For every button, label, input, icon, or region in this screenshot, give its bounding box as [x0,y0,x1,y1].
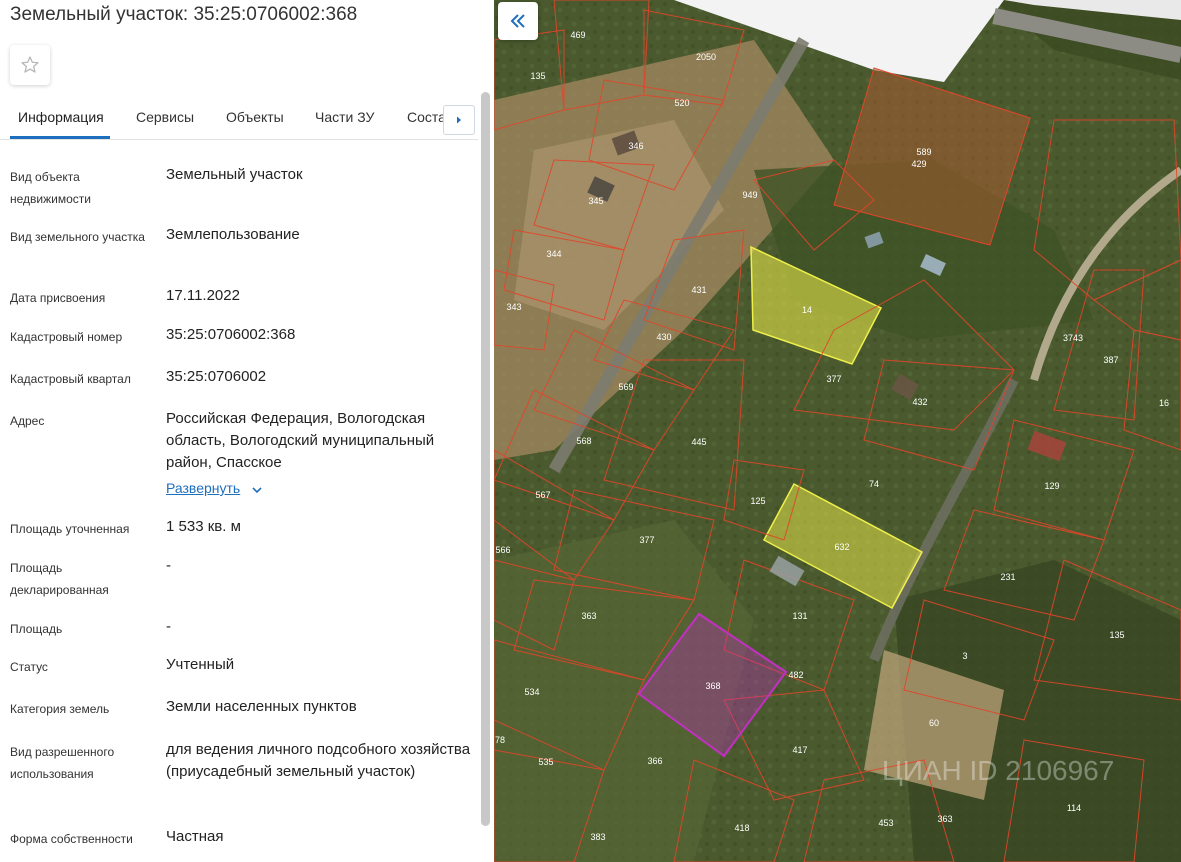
field-label-object-type: Вид объекта недвижимости [10,170,91,206]
collapse-panel-button[interactable] [498,2,538,40]
field-value-cadastral-number: 35:25:0706002:368 [166,326,296,343]
field-value-address: Российская Федерация, Вологодская област… [166,410,435,471]
field-label-cadastral-quarter: Кадастровый квартал [10,372,131,386]
parcel-label: 387 [1103,355,1118,365]
parcel-label: 346 [628,141,643,151]
parcel-label: 432 [912,397,927,407]
parcel-label: 566 [495,545,510,555]
field-label-ownership-form: Форма собственности [10,832,133,846]
tab-land-parts[interactable]: Части ЗУ [315,109,374,125]
parcel-label: 417 [792,745,807,755]
field-label-status: Статус [10,660,48,674]
parcel-label: 377 [826,374,841,384]
parcel-label: 363 [937,814,952,824]
tabs-scroll-right-button[interactable] [443,105,475,135]
chevron-right-icon [457,116,461,124]
parcel-label: 16 [1159,398,1169,408]
field-value-land-category: Земли населенных пунктов [166,698,357,715]
favorite-button[interactable] [10,45,50,85]
star-icon [21,56,39,73]
parcel-label: 125 [750,496,765,506]
info-panel: Земельный участок: 35:25:0706002:368 Инф… [0,0,494,862]
parcel-label: 383 [590,832,605,842]
field-value-cadastral-quarter: 35:25:0706002 [166,368,267,385]
selected-parcel-label: 368 [705,681,720,691]
parcel-label: 418 [734,823,749,833]
parcel-label: 453 [878,818,893,828]
parcel-label: 482 [788,670,803,680]
expand-address-link[interactable]: Развернуть [166,480,240,496]
field-label-address: Адрес [10,414,45,428]
field-label-assigned-date: Дата присвоения [10,291,106,305]
active-tab-indicator [10,136,110,139]
parcel-label: 377 [639,535,654,545]
field-value-assigned-date: 17.11.2022 [166,287,240,304]
parcel-label: 431 [691,285,706,295]
parcel-label: 114 [1067,803,1081,813]
field-label-area: Площадь [10,622,63,636]
field-label-declared-area: Площадь декларированная [10,561,109,597]
parcel-label: 131 [792,611,807,621]
field-label-land-category: Категория земель [10,702,110,716]
parcel-label: 231 [1000,572,1015,582]
field-value-permitted-use: для ведения личного подсобного хозяйства… [166,741,471,780]
parcel-label: 74 [869,479,879,489]
parcel-label: 345 [588,196,603,206]
parcel-label: 589 [916,147,931,157]
parcel-label: 567 [535,490,550,500]
parcel-label: 568 [576,436,591,446]
parcel-label: 78 [495,735,505,745]
parcel-label: 344 [546,249,561,259]
parcel-label: 429 [911,159,926,169]
parcel-label: 343 [506,302,521,312]
panel-scrollbar[interactable] [481,92,490,826]
parcel-label: 535 [538,757,553,767]
parcel-label-layer: 469 2050 135 520 346 345 344 343 949 589… [495,30,1169,842]
parcel-label: 60 [929,718,939,728]
cadastral-map[interactable]: 469 2050 135 520 346 345 344 343 949 589… [494,0,1181,862]
parcel-label: 430 [656,332,671,342]
field-label-cadastral-number: Кадастровый номер [10,330,123,344]
parcel-label: 366 [647,756,662,766]
parcel-label: 14 [802,305,812,315]
parcel-label: 949 [742,190,757,200]
parcel-label: 129 [1044,481,1059,491]
parcel-label: 520 [674,98,689,108]
field-value-area: - [166,618,171,635]
field-label-land-type: Вид земельного участка [10,230,145,244]
field-label-specified-area: Площадь уточненная [10,522,130,536]
field-value-ownership-form: Частная [166,828,224,845]
page-title: Земельный участок: 35:25:0706002:368 [10,4,358,25]
field-label-permitted-use: Вид разрешенного использования [10,745,115,781]
parcel-label: 534 [524,687,539,697]
field-value-object-type: Земельный участок [166,166,303,183]
double-chevron-left-icon [510,14,525,28]
tab-services[interactable]: Сервисы [136,109,194,125]
field-value-declared-area: - [166,557,171,574]
parcel-label: 363 [581,611,596,621]
parcel-label: 569 [618,382,633,392]
tab-bar: Информация Сервисы Объекты Части ЗУ Сост… [0,98,478,140]
parcel-label: 3 [962,651,967,661]
parcel-label: 2050 [696,52,716,62]
parcel-label: 632 [834,542,849,552]
parcel-label: 135 [530,71,545,81]
field-value-status: Учтенный [166,656,235,673]
chevron-down-icon[interactable] [250,483,264,497]
parcel-label: 445 [691,437,706,447]
parcel-label: 135 [1109,630,1124,640]
watermark-text: ЦИАН ID 2106967 [882,755,1114,786]
parcel-label: 469 [570,30,585,40]
field-value-specified-area: 1 533 кв. м [166,518,241,535]
tab-objects[interactable]: Объекты [226,109,284,125]
field-value-land-type: Землепользование [166,226,300,243]
tab-information[interactable]: Информация [18,109,104,125]
parcel-label: 3743 [1063,333,1083,343]
